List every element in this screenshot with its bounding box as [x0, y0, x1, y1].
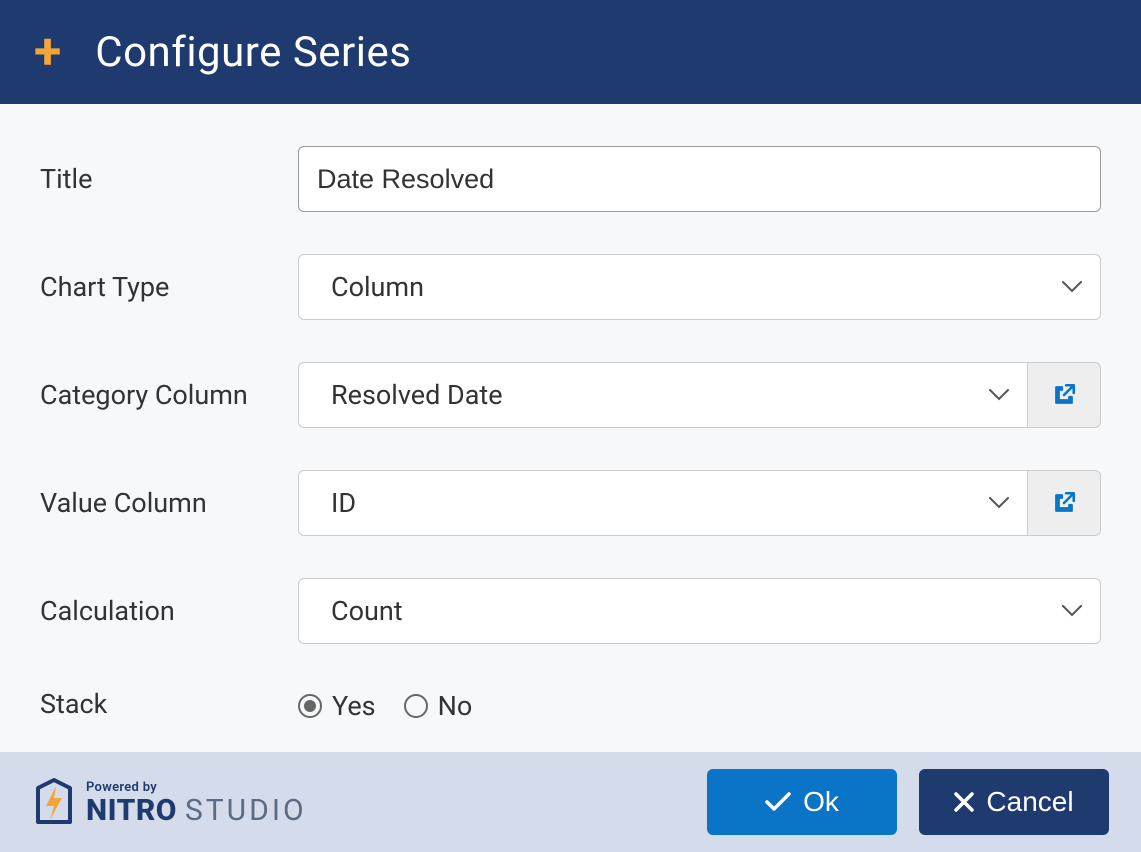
dialog-body: Title Chart Type Column Category Column …	[0, 104, 1141, 828]
cancel-button[interactable]: Cancel	[919, 769, 1109, 835]
value-column-value: ID	[331, 487, 356, 519]
chart-type-label: Chart Type	[40, 271, 298, 303]
category-column-select[interactable]: Resolved Date	[298, 362, 1027, 428]
radio-icon	[404, 694, 428, 718]
category-column-value: Resolved Date	[331, 379, 503, 411]
nitro-logo-icon	[32, 778, 76, 826]
radio-icon	[298, 694, 322, 718]
calculation-select[interactable]: Count	[298, 578, 1101, 644]
external-link-icon	[1051, 490, 1077, 516]
plus-icon: +	[34, 27, 61, 77]
dialog-footer: Powered by NITRO STUDIO Ok Cancel	[0, 752, 1141, 852]
value-column-external-button[interactable]	[1027, 470, 1101, 536]
chart-type-value: Column	[331, 271, 424, 303]
external-link-icon	[1051, 382, 1077, 408]
stack-label: Stack	[40, 688, 298, 720]
stack-no-label: No	[438, 690, 473, 722]
close-icon	[954, 792, 974, 812]
stack-radio-group: Yes No	[298, 686, 472, 722]
category-column-external-button[interactable]	[1027, 362, 1101, 428]
ok-button-label: Ok	[803, 786, 839, 818]
chevron-down-icon	[989, 497, 1009, 509]
category-column-label: Category Column	[40, 379, 298, 411]
chevron-down-icon	[989, 389, 1009, 401]
chevron-down-icon	[1062, 605, 1082, 617]
stack-yes-option[interactable]: Yes	[298, 690, 376, 722]
brand-suffix: STUDIO	[185, 793, 307, 828]
cancel-button-label: Cancel	[986, 786, 1073, 818]
calculation-label: Calculation	[40, 595, 298, 627]
dialog-title: Configure Series	[95, 28, 411, 77]
ok-button[interactable]: Ok	[707, 769, 897, 835]
brand-name: NITRO	[86, 793, 177, 828]
check-icon	[765, 792, 791, 812]
calculation-value: Count	[331, 595, 403, 627]
title-label: Title	[40, 163, 298, 195]
title-input[interactable]	[298, 146, 1101, 212]
chart-type-select[interactable]: Column	[298, 254, 1101, 320]
value-column-select[interactable]: ID	[298, 470, 1027, 536]
stack-yes-label: Yes	[332, 690, 376, 722]
value-column-label: Value Column	[40, 487, 298, 519]
stack-no-option[interactable]: No	[404, 690, 473, 722]
dialog-header: + Configure Series	[0, 0, 1141, 104]
brand-logo-area: Powered by NITRO STUDIO	[32, 778, 307, 826]
chevron-down-icon	[1062, 281, 1082, 293]
